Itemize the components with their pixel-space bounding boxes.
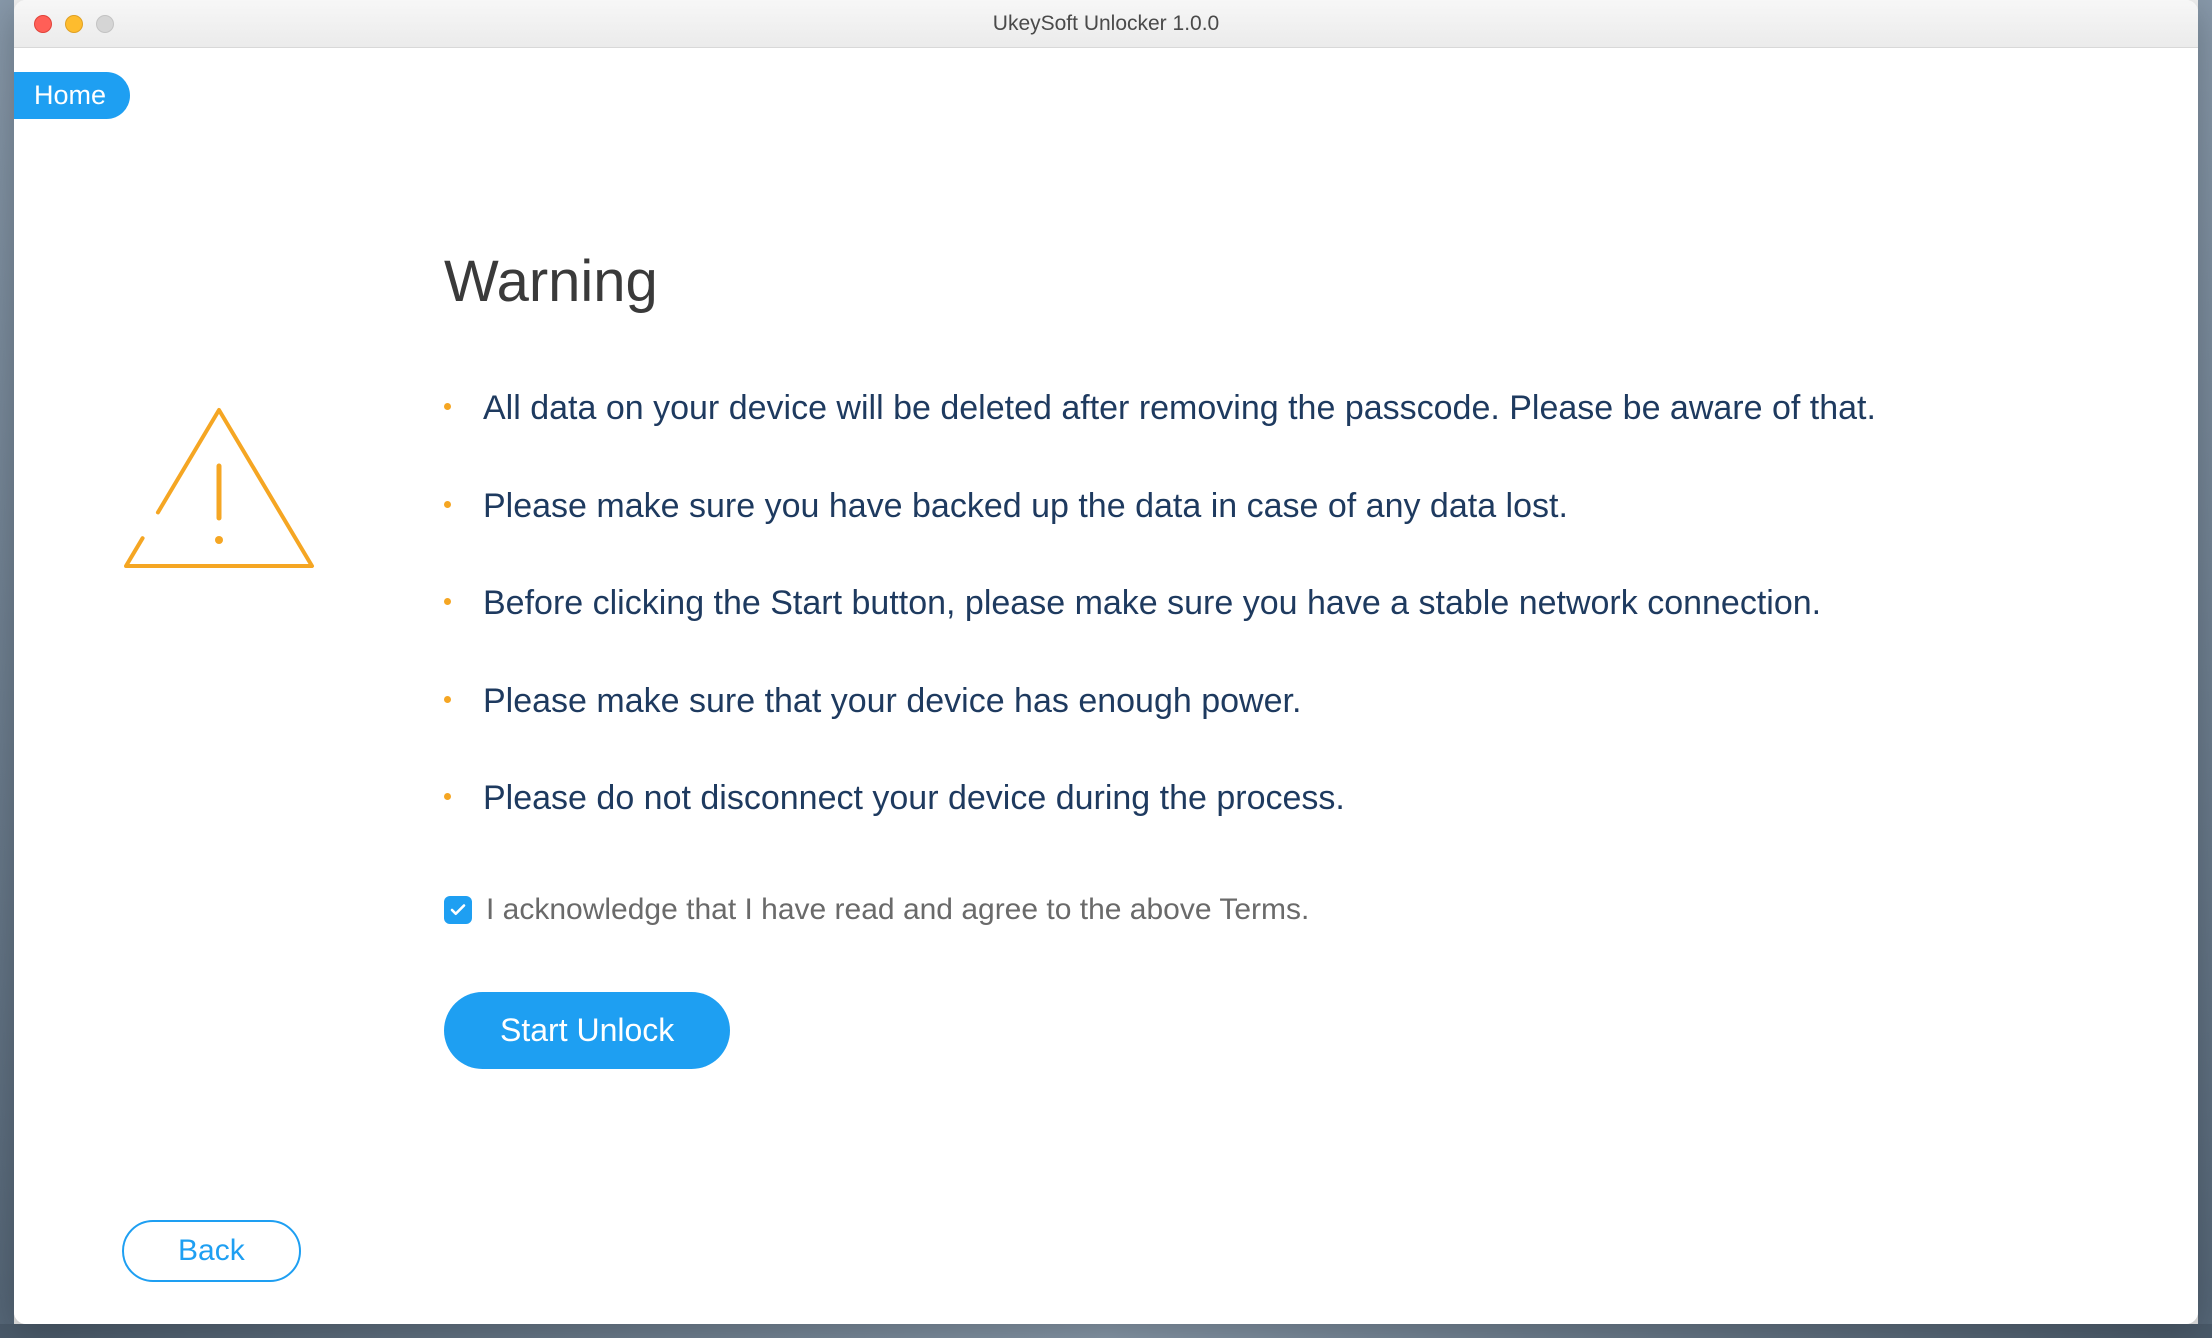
bullet-icon — [444, 501, 451, 508]
acknowledge-row: I acknowledge that I have read and agree… — [444, 893, 2118, 927]
content-area: Home Warning All data on your device wil… — [14, 48, 2198, 1324]
list-item: Before clicking the Start button, please… — [444, 580, 2118, 628]
acknowledge-checkbox[interactable] — [444, 896, 472, 924]
window-title: UkeySoft Unlocker 1.0.0 — [993, 12, 1219, 36]
bullet-text: All data on your device will be deleted … — [483, 385, 1876, 433]
titlebar: UkeySoft Unlocker 1.0.0 — [14, 0, 2198, 48]
list-item: Please make sure that your device has en… — [444, 678, 2118, 726]
minimize-window-button[interactable] — [65, 15, 83, 33]
list-item: All data on your device will be deleted … — [444, 385, 2118, 433]
bullet-text: Please do not disconnect your device dur… — [483, 775, 1345, 823]
bullet-text: Please make sure that your device has en… — [483, 678, 1301, 726]
bullet-icon — [444, 696, 451, 703]
warning-list: All data on your device will be deleted … — [444, 385, 2118, 823]
acknowledge-label: I acknowledge that I have read and agree… — [486, 893, 1309, 927]
list-item: Please do not disconnect your device dur… — [444, 775, 2118, 823]
maximize-window-button[interactable] — [96, 15, 114, 33]
list-item: Please make sure you have backed up the … — [444, 483, 2118, 531]
start-unlock-button[interactable]: Start Unlock — [444, 992, 730, 1069]
warning-triangle-icon — [114, 398, 324, 583]
back-button[interactable]: Back — [122, 1220, 301, 1282]
checkmark-icon — [449, 901, 467, 919]
bullet-icon — [444, 403, 451, 410]
bullet-text: Please make sure you have backed up the … — [483, 483, 1568, 531]
app-window: UkeySoft Unlocker 1.0.0 Home Warning All… — [14, 0, 2198, 1324]
close-window-button[interactable] — [34, 15, 52, 33]
home-tab[interactable]: Home — [14, 72, 130, 119]
bullet-icon — [444, 793, 451, 800]
bullet-icon — [444, 598, 451, 605]
bullet-text: Before clicking the Start button, please… — [483, 580, 1821, 628]
window-controls — [14, 15, 114, 33]
page-heading: Warning — [444, 248, 2118, 315]
main-content: Warning All data on your device will be … — [444, 248, 2118, 1069]
